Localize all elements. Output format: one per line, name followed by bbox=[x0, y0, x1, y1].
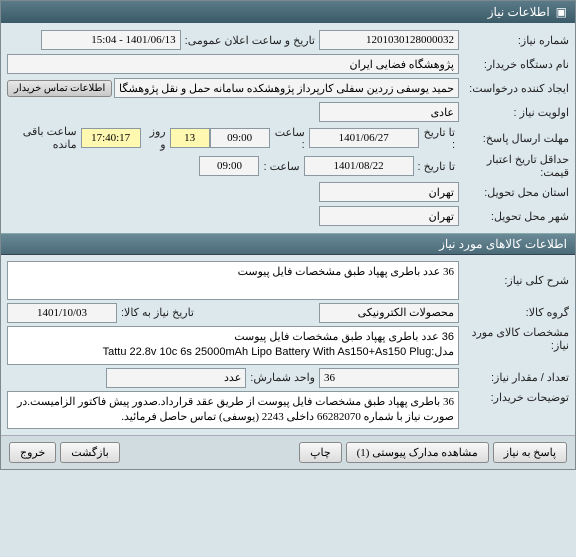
qty-label: تعداد / مقدار نیاز: bbox=[459, 371, 569, 384]
goods-spec-line2: مدل:Tattu 22.8v 10c 6s 25000mAh Lipo Bat… bbox=[12, 345, 454, 360]
titlebar: ▣ اطلاعات نیاز bbox=[1, 1, 575, 23]
to-date-label-1: تا تاریخ : bbox=[419, 126, 459, 151]
priority-field bbox=[319, 102, 459, 122]
unit-field bbox=[106, 368, 246, 388]
need-date-field bbox=[7, 303, 117, 323]
need-info-window: ▣ اطلاعات نیاز شماره نیاز: تاریخ و ساعت … bbox=[0, 0, 576, 470]
items-content: شرح کلی نیاز: گروه کالا: تاریخ نیاز به ک… bbox=[1, 255, 575, 435]
back-button[interactable]: بازگشت bbox=[60, 442, 120, 463]
hours-remain-label: ساعت باقی مانده bbox=[7, 125, 77, 151]
goods-spec-field: 36 عدد باطری پهپاد طبق مشخصات فایل پیوست… bbox=[7, 326, 459, 365]
buyer-notes-label: توضیحات خریدار: bbox=[459, 391, 569, 404]
remain-time-field bbox=[81, 128, 141, 148]
buyer-org-label: نام دستگاه خریدار: bbox=[459, 58, 569, 71]
need-no-label: شماره نیاز: bbox=[459, 34, 569, 47]
announce-dt-label: تاریخ و ساعت اعلان عمومی: bbox=[181, 34, 319, 47]
price-to-date-field bbox=[304, 156, 414, 176]
reply-to-date-field bbox=[309, 128, 419, 148]
print-button[interactable]: چاپ bbox=[299, 442, 342, 463]
need-desc-label: شرح کلی نیاز: bbox=[459, 274, 569, 287]
goods-spec-line1: 36 عدد باطری پهپاد طبق مشخصات فایل پیوست bbox=[12, 330, 454, 345]
at-time-label-1: ساعت : bbox=[270, 126, 309, 151]
priority-label: اولویت نیاز : bbox=[459, 106, 569, 119]
delivery-province-field bbox=[319, 182, 459, 202]
delivery-city-field bbox=[319, 206, 459, 226]
remain-days-field bbox=[170, 128, 210, 148]
main-content: شماره نیاز: تاریخ و ساعت اعلان عمومی: نا… bbox=[1, 23, 575, 233]
goods-spec-label: مشخصات کالای مورد نیاز: bbox=[459, 326, 569, 352]
to-date-label-2: تا تاریخ : bbox=[414, 160, 459, 173]
qty-field bbox=[319, 368, 459, 388]
need-no-field bbox=[319, 30, 459, 50]
exit-button[interactable]: خروج bbox=[9, 442, 56, 463]
reply-to-time-field bbox=[210, 128, 270, 148]
delivery-province-label: استان محل تحویل: bbox=[459, 186, 569, 199]
attachments-button[interactable]: مشاهده مدارک پیوستی (1) bbox=[346, 442, 489, 463]
buyer-org-field bbox=[7, 54, 459, 74]
announce-dt-field bbox=[41, 30, 181, 50]
reply-button[interactable]: پاسخ به نیاز bbox=[493, 442, 567, 463]
need-desc-field bbox=[7, 261, 459, 300]
contact-info-button[interactable]: اطلاعات تماس خریدار bbox=[7, 80, 112, 97]
delivery-city-label: شهر محل تحویل: bbox=[459, 210, 569, 223]
goods-group-label: گروه کالا: bbox=[459, 306, 569, 319]
info-icon: ▣ bbox=[556, 5, 567, 19]
footer: پاسخ به نیاز مشاهده مدارک پیوستی (1) چاپ… bbox=[1, 435, 575, 469]
at-time-label-2: ساعت : bbox=[259, 160, 303, 173]
goods-group-field bbox=[319, 303, 459, 323]
unit-label: واحد شمارش: bbox=[246, 371, 319, 384]
need-date-label: تاریخ نیاز به کالا: bbox=[117, 306, 198, 319]
buyer-notes-field bbox=[7, 391, 459, 430]
price-to-time-field bbox=[199, 156, 259, 176]
window-title: اطلاعات نیاز bbox=[488, 5, 550, 19]
price-validity-label: حداقل تاریخ اعتبار قیمت: bbox=[459, 153, 569, 179]
day-and-label: روز و bbox=[141, 125, 170, 151]
request-creator-field bbox=[114, 78, 459, 98]
need-items-header: اطلاعات کالاهای مورد نیاز bbox=[1, 233, 575, 255]
request-creator-label: ایجاد کننده درخواست: bbox=[459, 82, 569, 95]
reply-deadline-label: مهلت ارسال پاسخ: bbox=[459, 132, 569, 145]
